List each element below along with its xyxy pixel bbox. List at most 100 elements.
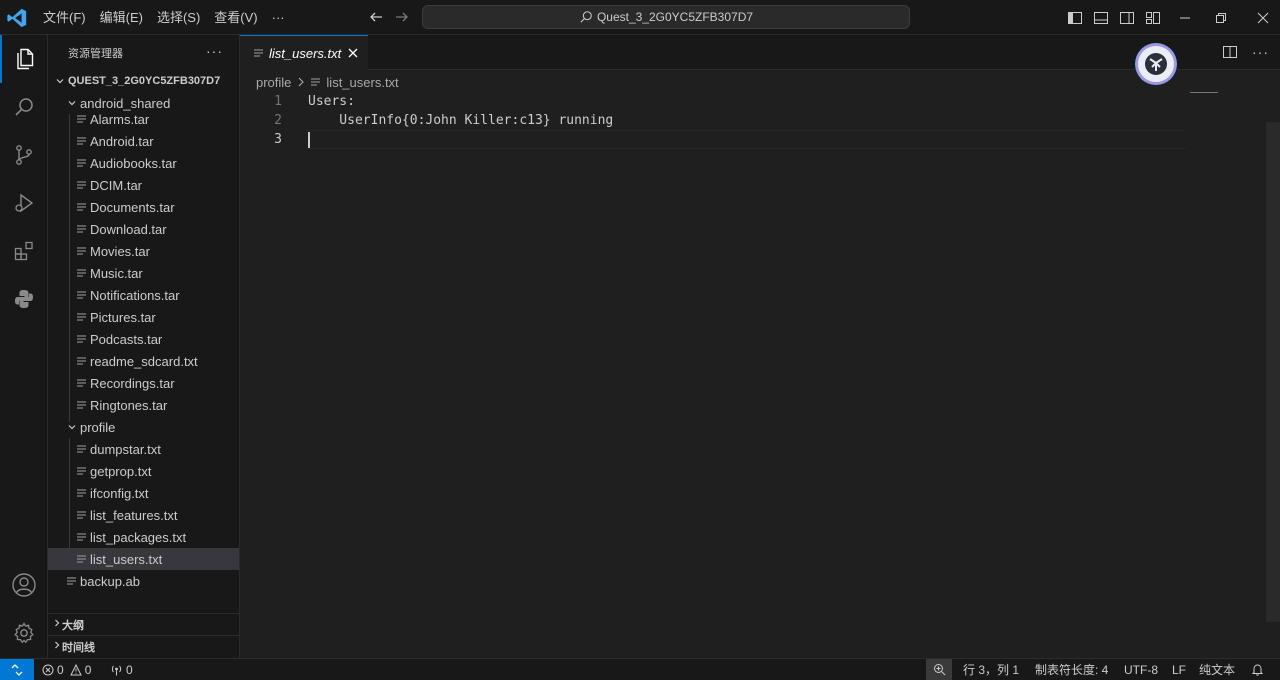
- file-item[interactable]: readme_sdcard.txt: [48, 350, 239, 372]
- file-item[interactable]: dumpstar.txt: [48, 438, 239, 460]
- tab-list-users[interactable]: list_users.txt: [240, 35, 368, 70]
- menu-view[interactable]: 查看(V): [207, 0, 264, 35]
- menu-selection[interactable]: 选择(S): [150, 0, 207, 35]
- menu-more[interactable]: ···: [265, 0, 292, 35]
- toggle-secondary-sidebar-icon[interactable]: [1114, 5, 1140, 31]
- file-item[interactable]: ifconfig.txt: [48, 482, 239, 504]
- file-item[interactable]: Ringtones.tar: [48, 394, 239, 416]
- file-item[interactable]: Notifications.tar: [48, 284, 239, 306]
- file-label: dumpstar.txt: [90, 441, 161, 457]
- file-lines-icon: [76, 224, 86, 234]
- explorer-sidebar: 资源管理器 ··· QUEST_3_2G0YC5ZFB307D7 android…: [48, 35, 240, 658]
- problems-indicator[interactable]: 0 0: [42, 659, 91, 680]
- explorer-more-icon[interactable]: ···: [206, 43, 223, 59]
- extensions-icon[interactable]: [0, 227, 48, 275]
- account-icon[interactable]: [0, 561, 48, 609]
- text-cursor: [308, 132, 310, 148]
- file-item[interactable]: DCIM.tar: [48, 174, 239, 196]
- encoding[interactable]: UTF-8: [1124, 659, 1158, 680]
- restore-icon[interactable]: [1198, 5, 1244, 31]
- file-item[interactable]: list_users.txt: [48, 548, 239, 570]
- menu-file[interactable]: 文件(F): [36, 0, 93, 35]
- run-debug-icon[interactable]: [0, 179, 48, 227]
- file-item[interactable]: Movies.tar: [48, 240, 239, 262]
- zoom-icon[interactable]: [926, 659, 952, 680]
- file-lines-icon: [66, 576, 76, 586]
- notifications-bell-icon[interactable]: [1251, 659, 1264, 680]
- split-editor-icon[interactable]: [1222, 44, 1240, 62]
- file-item[interactable]: list_packages.txt: [48, 526, 239, 548]
- chevron-down-icon: [52, 73, 68, 89]
- python-icon[interactable]: [0, 275, 48, 323]
- chevron-right-icon: [52, 640, 62, 653]
- menu-edit[interactable]: 编辑(E): [93, 0, 150, 35]
- file-lines-icon: [76, 444, 86, 454]
- language-mode[interactable]: 纯文本: [1199, 659, 1235, 680]
- file-label: Download.tar: [90, 221, 167, 237]
- close-icon[interactable]: [346, 46, 360, 60]
- file-item[interactable]: Recordings.tar: [48, 372, 239, 394]
- file-label: list_features.txt: [90, 507, 178, 523]
- timeline-section[interactable]: 时间线: [48, 635, 239, 657]
- file-item[interactable]: Audiobooks.tar: [48, 152, 239, 174]
- code-editor[interactable]: 1 Users: 2 UserInfo{0:John Killer:c13} r…: [240, 92, 1280, 658]
- close-window-icon[interactable]: [1244, 5, 1280, 31]
- toggle-primary-sidebar-icon[interactable]: [1062, 5, 1088, 31]
- settings-gear-icon[interactable]: [0, 609, 48, 657]
- search-view-icon[interactable]: [0, 83, 48, 131]
- file-item[interactable]: Documents.tar: [48, 196, 239, 218]
- editor-tab-bar: list_users.txt: [240, 35, 1280, 70]
- search-icon: [579, 10, 597, 24]
- file-label: Notifications.tar: [90, 287, 180, 303]
- ports-count: 0: [126, 662, 133, 677]
- source-control-icon[interactable]: [0, 131, 48, 179]
- file-item[interactable]: Android.tar: [48, 130, 239, 152]
- file-item[interactable]: getprop.txt: [48, 460, 239, 482]
- command-center-search[interactable]: Quest_3_2G0YC5ZFB307D7: [422, 5, 910, 29]
- workspace-root[interactable]: QUEST_3_2G0YC5ZFB307D7: [48, 70, 239, 92]
- file-item[interactable]: Pictures.tar: [48, 306, 239, 328]
- breadcrumb-file[interactable]: list_users.txt: [326, 75, 398, 90]
- line-ending[interactable]: LF: [1172, 659, 1186, 680]
- ports-indicator[interactable]: 0: [110, 659, 133, 680]
- file-backup-ab[interactable]: backup.ab: [48, 570, 239, 592]
- back-arrow-icon[interactable]: [368, 9, 384, 25]
- file-item[interactable]: Alarms.tar: [48, 108, 239, 130]
- line-number: 3: [274, 132, 282, 147]
- file-lines-icon: [76, 202, 86, 212]
- folder-profile[interactable]: profile: [48, 416, 239, 438]
- window-controls: [1172, 0, 1280, 35]
- file-item[interactable]: Podcasts.tar: [48, 328, 239, 350]
- vertical-scrollbar[interactable]: [1266, 122, 1280, 622]
- file-label: Ringtones.tar: [90, 397, 168, 413]
- forward-arrow-icon[interactable]: [394, 9, 410, 25]
- status-bar: 0 0 0 行 3，列 1 制表符长度: 4 UTF-8 LF 纯文本: [0, 658, 1280, 680]
- copilot-avatar-icon[interactable]: [1136, 44, 1176, 84]
- file-lines-icon: [76, 532, 86, 542]
- file-label: Alarms.tar: [90, 111, 150, 127]
- warning-count: 0: [84, 662, 92, 677]
- file-label: readme_sdcard.txt: [90, 353, 198, 369]
- file-label: DCIM.tar: [90, 177, 142, 193]
- minimap[interactable]: [1190, 92, 1218, 93]
- file-item[interactable]: Download.tar: [48, 218, 239, 240]
- toggle-panel-icon[interactable]: [1088, 5, 1114, 31]
- file-label: Movies.tar: [90, 243, 150, 259]
- breadcrumb-profile[interactable]: profile: [256, 75, 291, 90]
- breadcrumb: profile list_users.txt: [256, 72, 399, 92]
- file-item[interactable]: Music.tar: [48, 262, 239, 284]
- remote-indicator-icon[interactable]: [0, 659, 34, 680]
- outline-section[interactable]: 大纲: [48, 613, 239, 635]
- file-label: Recordings.tar: [90, 375, 175, 391]
- customize-layout-icon[interactable]: [1140, 5, 1166, 31]
- cursor-position[interactable]: 行 3，列 1: [963, 659, 1019, 680]
- code-line: Users:: [308, 94, 355, 109]
- minimize-icon[interactable]: [1172, 5, 1198, 31]
- timeline-label: 时间线: [62, 641, 95, 654]
- indentation[interactable]: 制表符长度: 4: [1035, 659, 1108, 680]
- file-item[interactable]: list_features.txt: [48, 504, 239, 526]
- editor-more-icon[interactable]: ···: [1252, 44, 1269, 60]
- error-count: 0: [57, 662, 64, 677]
- file-lines-icon: [254, 49, 263, 57]
- explorer-icon[interactable]: [0, 35, 48, 83]
